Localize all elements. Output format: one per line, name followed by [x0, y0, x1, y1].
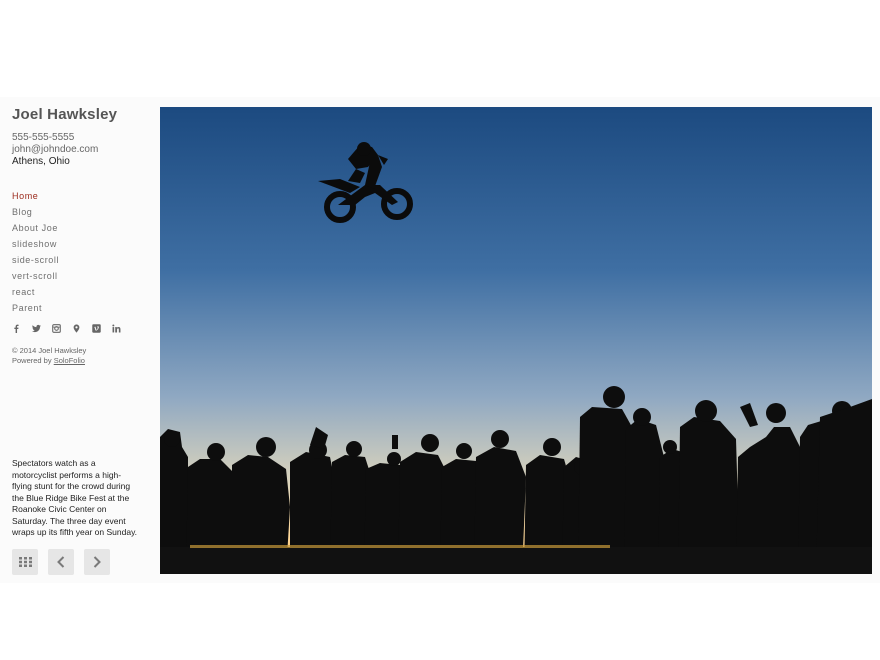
location: Athens, Ohio [12, 156, 70, 167]
twitter-icon[interactable] [32, 324, 52, 336]
motocross-silhouette-photo [160, 107, 872, 574]
email-address: john@johndoe.com [12, 144, 99, 155]
nav-item-parent[interactable]: Parent [12, 300, 59, 316]
nav-item-vert-scroll[interactable]: vert-scroll [12, 268, 59, 284]
photo-caption: Spectators watch as a motorcyclist perfo… [12, 458, 138, 537]
site-title[interactable]: Joel Hawksley [12, 106, 117, 123]
nav-item-react[interactable]: react [12, 284, 59, 300]
sidebar: Joel Hawksley 555-555-5555 john@johndoe.… [12, 106, 150, 576]
contact-info: 555-555-5555 john@johndoe.com Athens, Oh… [12, 132, 98, 168]
previous-button[interactable] [48, 549, 74, 575]
powered-by: Powered by SoloFolio [12, 356, 86, 366]
nav-item-about-joe[interactable]: About Joe [12, 220, 59, 236]
vimeo-icon[interactable] [92, 324, 112, 336]
next-arrow-icon [93, 556, 101, 568]
social-links [12, 324, 132, 336]
linkedin-icon[interactable] [112, 324, 132, 336]
grid-view-button[interactable] [12, 549, 38, 575]
nav-item-slideshow[interactable]: slideshow [12, 236, 59, 252]
map-pin-icon[interactable] [72, 324, 92, 336]
nav-item-home[interactable]: Home [12, 188, 59, 204]
instagram-icon[interactable] [52, 324, 72, 336]
nav-item-blog[interactable]: Blog [12, 204, 59, 220]
copyright-text: © 2014 Joel Hawksley [12, 346, 87, 355]
grid-icon [18, 557, 32, 567]
main-nav: Home Blog About Joe slideshow side-scrol… [12, 188, 59, 316]
next-button[interactable] [84, 549, 110, 575]
solofolio-link[interactable]: SoloFolio [54, 356, 85, 365]
powered-by-prefix: Powered by [12, 356, 52, 365]
copyright-block: © 2014 Joel Hawksley Powered by SoloFoli… [12, 346, 86, 366]
phone-number: 555-555-5555 [12, 132, 75, 143]
prev-arrow-icon [57, 556, 65, 568]
facebook-icon[interactable] [12, 324, 32, 336]
gallery-controls [12, 549, 110, 575]
featured-photo[interactable] [160, 107, 872, 574]
nav-item-side-scroll[interactable]: side-scroll [12, 252, 59, 268]
